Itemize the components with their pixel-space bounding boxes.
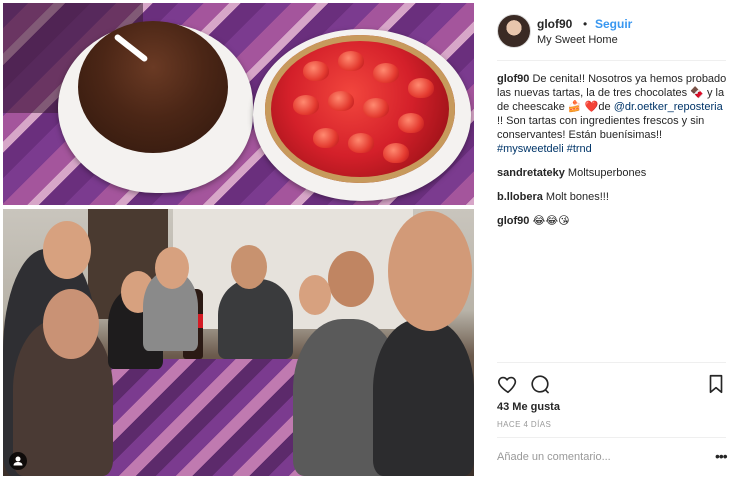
header-username[interactable]: glof90: [537, 17, 572, 31]
user-tag-icon[interactable]: [9, 452, 27, 470]
strawberry: [383, 143, 409, 163]
photo-area: [0, 0, 480, 479]
hashtag-mysweetdeli[interactable]: #mysweetdeli: [497, 143, 564, 155]
face: [43, 289, 99, 359]
comment-text: Moltsuperbones: [564, 167, 647, 179]
chocolate-cake: [78, 21, 228, 153]
post-header: glof90 • Seguir My Sweet Home: [497, 14, 732, 50]
strawberry: [363, 98, 389, 118]
caption: glof90 De cenita!! Nosotros ya hemos pro…: [497, 72, 729, 156]
caption-text-2: !! Son tartas con ingredientes frescos y…: [497, 115, 705, 141]
face: [155, 247, 189, 289]
action-bar: [497, 373, 727, 395]
comments-list: glof90 De cenita!! Nosotros ya hemos pro…: [497, 72, 729, 238]
bookmark-icon[interactable]: [705, 373, 727, 395]
comment-text: Molt bones!!!: [542, 191, 609, 203]
caption-mention[interactable]: @dr.oetker_reposteria: [614, 101, 723, 113]
face: [43, 221, 91, 279]
strawberry: [328, 91, 354, 111]
strawberry: [398, 113, 424, 133]
location-link[interactable]: My Sweet Home: [537, 34, 618, 46]
cakes-photo[interactable]: [3, 3, 474, 205]
strawberry: [408, 78, 434, 98]
comment: glof90 😂😂😘: [497, 214, 729, 228]
follow-button[interactable]: Seguir: [595, 17, 632, 31]
post-time[interactable]: HACE 4 DÍAS: [497, 420, 551, 429]
comment: b.llobera Molt bones!!!: [497, 190, 729, 204]
avatar[interactable]: [497, 14, 531, 48]
comment-bubble-icon[interactable]: [529, 373, 551, 395]
caption-username[interactable]: glof90: [497, 73, 529, 85]
heart-icon[interactable]: [497, 373, 519, 395]
face: [328, 251, 374, 307]
person: [218, 279, 293, 359]
composer-divider: [497, 437, 726, 438]
header-divider: [497, 60, 726, 61]
group-photo[interactable]: [3, 209, 474, 476]
strawberry: [373, 63, 399, 83]
separator-dot: •: [583, 17, 588, 31]
face: [388, 211, 472, 331]
actions-divider: [497, 362, 726, 363]
strawberry: [338, 51, 364, 71]
strawberry: [303, 61, 329, 81]
face: [231, 245, 267, 289]
comment-username[interactable]: glof90: [497, 215, 529, 227]
face: [299, 275, 331, 315]
comment: sandretateky Moltsuperbones: [497, 166, 729, 180]
strawberry: [348, 133, 374, 153]
hashtag-trnd[interactable]: #trnd: [567, 143, 592, 155]
strawberry: [293, 95, 319, 115]
instagram-post: glof90 • Seguir My Sweet Home glof90 De …: [0, 0, 744, 479]
comment-username[interactable]: sandretateky: [497, 167, 565, 179]
more-options-icon[interactable]: •••: [715, 448, 728, 464]
person: [373, 319, 474, 476]
wall: [173, 209, 413, 329]
strawberry: [313, 128, 339, 148]
comment-input[interactable]: Añade un comentario...: [497, 451, 611, 463]
comment-text: 😂😂😘: [529, 215, 570, 227]
comment-username[interactable]: b.llobera: [497, 191, 543, 203]
like-count[interactable]: 43 Me gusta: [497, 401, 560, 413]
post-sidebar: glof90 • Seguir My Sweet Home glof90 De …: [485, 0, 744, 479]
